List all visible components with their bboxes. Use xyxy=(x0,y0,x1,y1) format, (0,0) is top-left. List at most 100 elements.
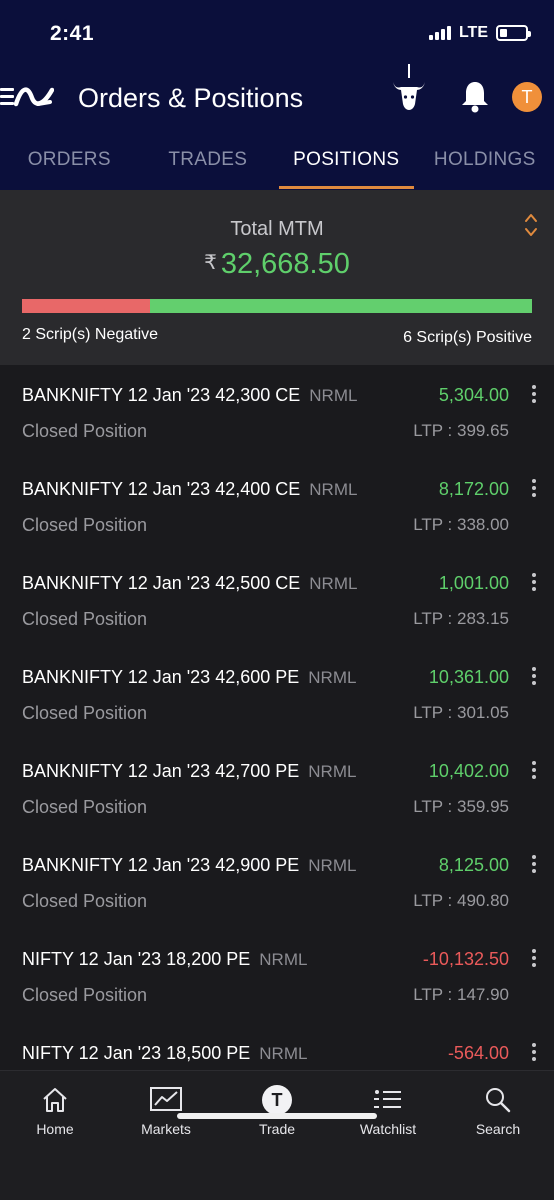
chart-icon xyxy=(111,1083,221,1117)
position-title: NIFTY 12 Jan '23 18,500 PE NRML xyxy=(22,1043,307,1064)
position-ltp: LTP : 147.90 xyxy=(413,985,509,1004)
position-name: BANKNIFTY 12 Jan '23 42,600 PE xyxy=(22,667,300,687)
position-ltp: LTP : 399.65 xyxy=(413,421,509,440)
position-title: BANKNIFTY 12 Jan '23 42,400 CE NRML xyxy=(22,479,357,500)
menu-icon[interactable] xyxy=(0,88,14,106)
nav-label: Home xyxy=(36,1121,74,1137)
bell-icon[interactable] xyxy=(460,79,490,118)
currency-symbol: ₹ xyxy=(204,252,217,274)
more-options-icon[interactable] xyxy=(531,761,537,782)
position-pnl: 10,402.00 xyxy=(428,761,509,781)
position-row[interactable]: BANKNIFTY 12 Jan '23 42,700 PE NRML 10,4… xyxy=(0,741,554,835)
position-row[interactable]: BANKNIFTY 12 Jan '23 42,600 PE NRML 10,3… xyxy=(0,647,554,741)
position-name: BANKNIFTY 12 Jan '23 42,900 PE xyxy=(22,855,300,875)
position-ltp: LTP : 283.15 xyxy=(413,609,509,628)
nav-search[interactable]: Search xyxy=(443,1083,553,1137)
positive-bar-segment xyxy=(149,299,532,313)
more-options-icon[interactable] xyxy=(531,479,537,500)
position-title: BANKNIFTY 12 Jan '23 42,600 PE NRML xyxy=(22,667,356,688)
position-title: BANKNIFTY 12 Jan '23 42,300 CE NRML xyxy=(22,385,357,406)
position-row[interactable]: BANKNIFTY 12 Jan '23 42,500 CE NRML 1,00… xyxy=(0,553,554,647)
home-icon xyxy=(0,1083,110,1117)
nav-label: Trade xyxy=(258,1121,296,1137)
tab-positions[interactable]: POSITIONS xyxy=(277,138,416,190)
position-product: NRML xyxy=(259,1044,308,1063)
position-name: NIFTY 12 Jan '23 18,500 PE xyxy=(22,1043,251,1063)
scrip-ratio-bar xyxy=(22,299,532,313)
trade-circle: T xyxy=(262,1085,292,1115)
position-pnl: 1,001.00 xyxy=(438,573,509,593)
position-pnl: 5,304.00 xyxy=(438,385,509,405)
position-name: BANKNIFTY 12 Jan '23 42,500 CE xyxy=(22,573,301,593)
tab-trades[interactable]: TRADES xyxy=(139,138,278,190)
position-pnl: 10,361.00 xyxy=(428,667,509,687)
position-status: Closed Position xyxy=(22,891,148,911)
tab-holdings[interactable]: HOLDINGS xyxy=(416,138,554,190)
page-title: Orders & Positions xyxy=(78,83,304,113)
position-row[interactable]: BANKNIFTY 12 Jan '23 42,400 CE NRML 8,17… xyxy=(0,459,554,553)
home-indicator xyxy=(177,1113,377,1119)
more-options-icon[interactable] xyxy=(531,385,537,406)
position-row[interactable]: BANKNIFTY 12 Jan '23 42,300 CE NRML 5,30… xyxy=(0,365,554,459)
position-product: NRML xyxy=(309,386,358,405)
position-status: Closed Position xyxy=(22,515,148,535)
logo-icon[interactable] xyxy=(13,82,55,117)
position-title: BANKNIFTY 12 Jan '23 42,900 PE NRML xyxy=(22,855,356,876)
app-header: Orders & Positions T xyxy=(0,62,554,138)
watchlist-icon xyxy=(333,1083,443,1117)
nav-label: Search xyxy=(475,1121,521,1137)
position-status: Closed Position xyxy=(22,609,148,629)
nav-home[interactable]: Home xyxy=(0,1083,110,1137)
nav-markets[interactable]: Markets xyxy=(111,1083,221,1137)
position-pnl: 8,125.00 xyxy=(438,855,509,875)
position-name: BANKNIFTY 12 Jan '23 42,300 CE xyxy=(22,385,301,405)
position-product: NRML xyxy=(308,762,357,781)
negative-scrip-count: 2 Scrip(s) Negative xyxy=(22,326,159,343)
position-status: Closed Position xyxy=(22,421,148,441)
tab-orders[interactable]: ORDERS xyxy=(0,138,139,190)
position-name: BANKNIFTY 12 Jan '23 42,400 CE xyxy=(22,479,301,499)
negative-bar-segment xyxy=(22,299,150,313)
battery-icon xyxy=(496,25,531,41)
mtm-summary: Total MTM ₹32,668.50 2 Scrip(s) Negative… xyxy=(0,190,554,365)
position-product: NRML xyxy=(259,950,308,969)
position-product: NRML xyxy=(309,574,358,593)
positive-scrip-count: 6 Scrip(s) Positive xyxy=(403,329,532,346)
position-status: Closed Position xyxy=(22,703,148,723)
position-status: Closed Position xyxy=(22,985,148,1005)
nav-trade[interactable]: T Trade xyxy=(222,1083,332,1137)
position-pnl: -10,132.50 xyxy=(422,949,509,969)
more-options-icon[interactable] xyxy=(531,1043,537,1064)
position-ltp: LTP : 338.00 xyxy=(413,515,509,534)
signal-icon xyxy=(428,26,451,40)
position-row[interactable]: BANKNIFTY 12 Jan '23 42,900 PE NRML 8,12… xyxy=(0,835,554,929)
avatar[interactable]: T xyxy=(512,82,542,112)
status-indicators: LTE xyxy=(428,24,531,42)
more-options-icon[interactable] xyxy=(531,855,537,876)
position-title: BANKNIFTY 12 Jan '23 42,700 PE NRML xyxy=(22,761,356,782)
positions-list: BANKNIFTY 12 Jan '23 42,300 CE NRML 5,30… xyxy=(0,365,554,1117)
position-ltp: LTP : 490.80 xyxy=(413,891,509,910)
bull-icon[interactable] xyxy=(390,64,428,125)
mtm-value: 32,668.50 xyxy=(220,248,350,280)
trade-icon: T xyxy=(222,1083,332,1117)
position-row[interactable]: NIFTY 12 Jan '23 18,200 PE NRML -10,132.… xyxy=(0,929,554,1023)
status-time: 2:41 xyxy=(50,22,95,45)
mtm-label: Total MTM xyxy=(230,218,324,240)
nav-label: Markets xyxy=(141,1121,191,1137)
more-options-icon[interactable] xyxy=(531,573,537,594)
position-title: NIFTY 12 Jan '23 18,200 PE NRML xyxy=(22,949,307,970)
position-pnl: 8,172.00 xyxy=(438,479,509,499)
position-ltp: LTP : 301.05 xyxy=(413,703,509,722)
mtm-value-row: ₹32,668.50 xyxy=(0,248,554,281)
more-options-icon[interactable] xyxy=(531,949,537,970)
nav-label: Watchlist xyxy=(359,1121,417,1137)
position-name: NIFTY 12 Jan '23 18,200 PE xyxy=(22,949,251,969)
bottom-nav: Home Markets T Trade Watchlist Search xyxy=(0,1070,554,1200)
position-name: BANKNIFTY 12 Jan '23 42,700 PE xyxy=(22,761,300,781)
sort-icon[interactable] xyxy=(524,212,538,243)
nav-watchlist[interactable]: Watchlist xyxy=(333,1083,443,1137)
position-product: NRML xyxy=(308,856,357,875)
more-options-icon[interactable] xyxy=(531,667,537,688)
position-ltp: LTP : 359.95 xyxy=(413,797,509,816)
